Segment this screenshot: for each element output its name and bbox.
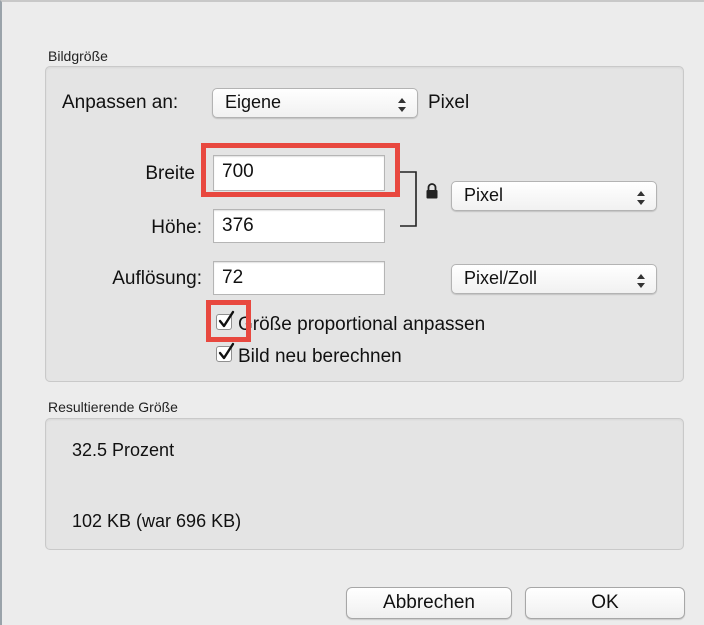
up-down-arrows-icon: [637, 191, 645, 205]
cancel-button[interactable]: Abbrechen: [346, 587, 512, 619]
unit-popup-value: Pixel: [464, 185, 504, 205]
height-field[interactable]: 376: [213, 209, 385, 243]
resolution-field[interactable]: 72: [213, 261, 385, 295]
image-size-dialog: Bildgröße Anpassen an: Eigene Pixel Brei…: [0, 0, 704, 625]
resolution-unit-popup[interactable]: Pixel/Zoll: [451, 264, 657, 294]
unit-popup[interactable]: Pixel: [451, 181, 657, 211]
fit-popup-value: Eigene: [225, 92, 282, 112]
fit-label: Anpassen an:: [62, 92, 179, 113]
up-down-arrows-icon: [637, 274, 645, 288]
fit-popup[interactable]: Eigene: [212, 88, 418, 118]
proportional-checkbox[interactable]: [216, 310, 235, 330]
width-label: Breite: [145, 163, 195, 184]
link-bracket: [400, 171, 417, 227]
checkmark-icon: [218, 310, 235, 328]
resolution-label: Auflösung:: [112, 268, 202, 289]
fit-unit-label: Pixel: [428, 92, 470, 113]
width-field[interactable]: 700: [213, 155, 385, 191]
proportional-label[interactable]: Größe proportional anpassen: [238, 314, 485, 336]
resolution-unit-value: Pixel/Zoll: [464, 268, 538, 288]
resample-checkbox[interactable]: [216, 342, 235, 362]
ok-button[interactable]: OK: [525, 587, 685, 619]
up-down-arrows-icon: [398, 98, 406, 112]
resample-label[interactable]: Bild neu berechnen: [238, 346, 402, 368]
size-section-title: Bildgröße: [48, 48, 108, 64]
height-label: Höhe:: [151, 217, 202, 238]
result-percent: 32.5 Prozent: [72, 440, 175, 460]
lock-icon[interactable]: [425, 182, 439, 200]
result-filesize: 102 KB (war 696 KB): [72, 511, 242, 531]
checkmark-icon: [218, 342, 235, 360]
result-section-title: Resultierende Größe: [48, 399, 178, 415]
